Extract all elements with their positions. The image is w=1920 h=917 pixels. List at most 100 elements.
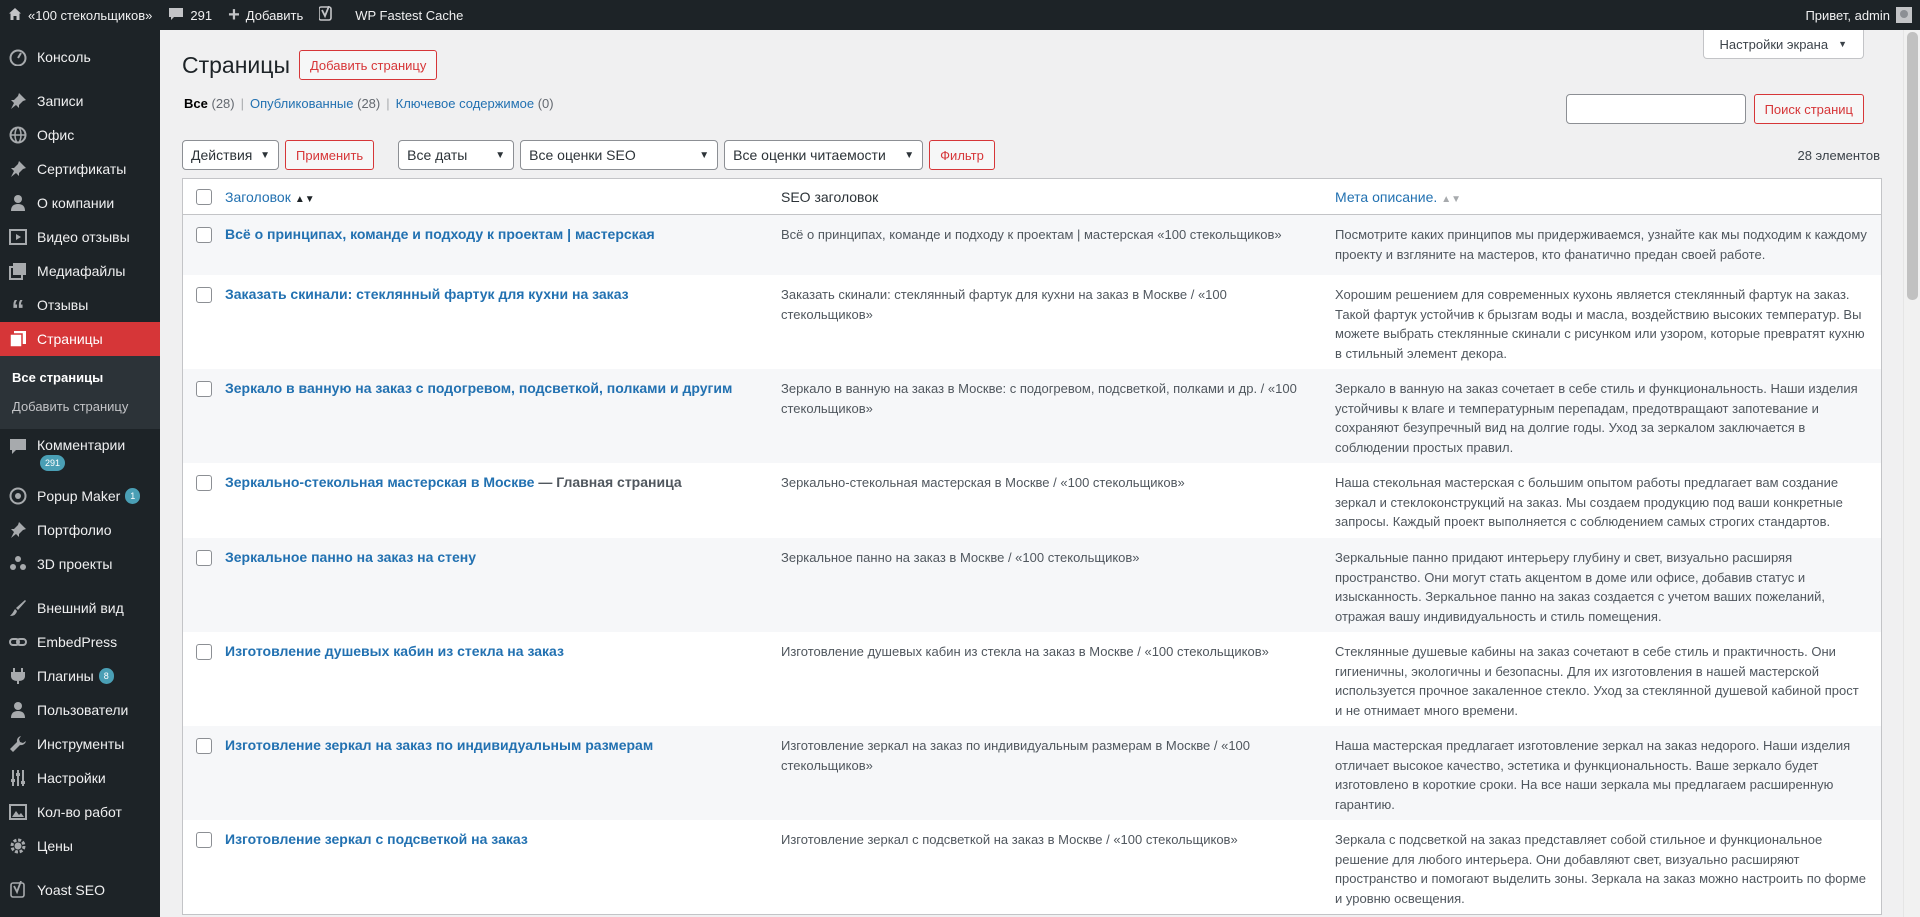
menu-dashboard[interactable]: Консоль xyxy=(0,40,160,74)
menu-office[interactable]: Офис xyxy=(0,118,160,152)
menu-about[interactable]: О компании xyxy=(0,186,160,220)
search-pages-button[interactable]: Поиск страниц xyxy=(1753,94,1864,124)
select-all-checkbox[interactable] xyxy=(196,188,212,205)
menu-prices[interactable]: Цены xyxy=(0,829,160,863)
page-scrollbar[interactable] xyxy=(1903,30,1920,917)
menu-pages[interactable]: Страницы xyxy=(0,322,160,356)
apply-button[interactable]: Применить xyxy=(285,140,375,170)
menu-popup-maker[interactable]: Popup Maker 1 xyxy=(0,479,160,513)
menu-video-reviews[interactable]: Видео отзывы xyxy=(0,220,160,254)
person-icon xyxy=(8,193,28,213)
add-page-button[interactable]: Добавить страницу xyxy=(298,50,438,80)
date-filter-select[interactable]: Все даты ▼ xyxy=(398,140,515,170)
row-checkbox[interactable] xyxy=(196,287,212,303)
yoast-icon xyxy=(8,880,28,900)
meta-description-cell: Стеклянные душевые кабины на заказ сочет… xyxy=(1335,644,1859,718)
separator: | xyxy=(240,96,244,111)
menu-testimonials[interactable]: “ Отзывы xyxy=(0,288,160,322)
submenu-all-pages[interactable]: Все страницы xyxy=(0,363,160,392)
page-title-link[interactable]: Зеркало в ванную на заказ с подогревом, … xyxy=(225,380,732,396)
menu-label: Офис xyxy=(37,127,75,143)
seo-title-cell: Зеркало в ванную на заказ в Москве: с по… xyxy=(781,381,1297,416)
row-checkbox[interactable] xyxy=(196,644,212,660)
title-cell: Изготовление душевых кабин из стекла на … xyxy=(225,642,781,662)
row-checkbox[interactable] xyxy=(196,381,212,397)
meta-description-cell: Наша стекольная мастерская с большим опы… xyxy=(1335,475,1843,529)
filter-published[interactable]: Опубликованные (28) xyxy=(250,96,380,111)
page-title-link[interactable]: Заказать скинали: стеклянный фартук для … xyxy=(225,286,629,302)
filter-cornerstone[interactable]: Ключевое содержимое (0) xyxy=(396,96,554,111)
comments-count: 291 xyxy=(190,7,213,23)
table-row: Зеркальное панно на заказ на стену Зеркал… xyxy=(183,538,1881,632)
submenu-add-page[interactable]: Добавить страницу xyxy=(0,392,160,421)
menu-3d-projects[interactable]: 3D проекты xyxy=(0,547,160,581)
menu-embedpress[interactable]: EmbedPress xyxy=(0,625,160,659)
menu-label: Видео отзывы xyxy=(37,229,130,245)
readability-filter-select[interactable]: Все оценки читаемости ▼ xyxy=(724,140,924,170)
page-title-link[interactable]: Зеркально-стекольная мастерская в Москве xyxy=(225,474,534,490)
page-title-link[interactable]: Изготовление зеркал на заказ по индивиду… xyxy=(225,737,653,753)
admin-sidebar: Консоль Записи Офис Сертификаты О компан… xyxy=(0,30,160,917)
cache-label: WP Fastest Cache xyxy=(355,7,464,23)
table-row: Всё о принципах, команде и подходу к про… xyxy=(183,215,1881,275)
menu-work-count[interactable]: Кол-во работ xyxy=(0,795,160,829)
menu-portfolio[interactable]: Портфолио xyxy=(0,513,160,547)
page-title-link[interactable]: Всё о принципах, команде и подходу к про… xyxy=(225,226,655,242)
row-checkbox[interactable] xyxy=(196,738,212,754)
cache-menu[interactable]: WP Fastest Cache xyxy=(347,0,471,30)
seo-filter-select[interactable]: Все оценки SEO ▼ xyxy=(520,140,719,170)
row-checkbox[interactable] xyxy=(196,550,212,566)
page-title-link[interactable]: Изготовление зеркал с подсветкой на зака… xyxy=(225,831,528,847)
row-checkbox[interactable] xyxy=(196,475,212,491)
menu-yoast-seo[interactable]: Yoast SEO xyxy=(0,873,160,907)
add-new-label: Добавить xyxy=(245,7,304,23)
table-row: Изготовление душевых кабин из стекла на … xyxy=(183,632,1881,726)
page-title-link[interactable]: Зеркальное панно на заказ на стену xyxy=(225,549,476,565)
menu-label: Кол-во работ xyxy=(37,804,122,820)
row-checkbox[interactable] xyxy=(196,832,212,848)
row-checkbox[interactable] xyxy=(196,227,212,243)
menu-label: Пользователи xyxy=(37,702,129,718)
menu-label: Сертификаты xyxy=(37,161,127,177)
site-menu[interactable]: «100 стекольщиков» xyxy=(0,0,160,30)
title-cell: Зеркало в ванную на заказ с подогревом, … xyxy=(225,379,781,399)
comments-menu[interactable]: 291 xyxy=(160,0,220,30)
menu-settings[interactable]: Настройки xyxy=(0,761,160,795)
menu-media[interactable]: Медиафайлы xyxy=(0,254,160,288)
menu-tools[interactable]: Инструменты xyxy=(0,727,160,761)
menu-label: Отзывы xyxy=(37,297,89,313)
pin-icon xyxy=(8,520,28,540)
comment-icon xyxy=(168,6,184,24)
menu-comments[interactable]: Комментарии 291 xyxy=(0,429,160,479)
comment-icon xyxy=(8,437,28,457)
bulk-actions-select[interactable]: Действия ▼ xyxy=(182,140,279,170)
yoast-icon xyxy=(318,5,333,25)
globe-icon xyxy=(8,125,28,145)
select-all-cell xyxy=(183,188,225,205)
seo-title-cell: Изготовление зеркал на заказ по индивиду… xyxy=(781,738,1251,773)
account-menu[interactable]: Привет, admin xyxy=(1805,7,1920,23)
meta-description-cell: Зеркало в ванную на заказ сочетает в себ… xyxy=(1335,381,1858,455)
menu-label: Страницы xyxy=(37,331,103,347)
table-row: Изготовление зеркал с подсветкой на зака… xyxy=(183,820,1881,914)
add-new-menu[interactable]: + Добавить xyxy=(220,0,311,30)
scrollbar-thumb[interactable] xyxy=(1907,32,1918,300)
menu-label: Yoast SEO xyxy=(37,882,105,898)
page-title-link[interactable]: Изготовление душевых кабин из стекла на … xyxy=(225,643,564,659)
menu-posts[interactable]: Записи xyxy=(0,84,160,118)
menu-plugins[interactable]: Плагины 8 xyxy=(0,659,160,693)
filter-button[interactable]: Фильтр xyxy=(929,140,995,170)
video-icon xyxy=(8,227,28,247)
screen-options-button[interactable]: Настройки экрана ▼ xyxy=(1702,30,1864,59)
menu-appearance[interactable]: Внешний вид xyxy=(0,591,160,625)
menu-users[interactable]: Пользователи xyxy=(0,693,160,727)
column-meta-header[interactable]: Мета описание. ▲▼ xyxy=(1335,189,1881,205)
menu-certificates[interactable]: Сертификаты xyxy=(0,152,160,186)
yoast-menu[interactable] xyxy=(311,0,347,30)
search-input[interactable] xyxy=(1565,94,1746,124)
seo-title-cell: Зеркально-стекольная мастерская в Москве… xyxy=(781,475,1185,490)
filter-all[interactable]: Все (28) xyxy=(184,96,235,111)
site-name: «100 стекольщиков» xyxy=(28,7,153,23)
avatar xyxy=(1896,7,1912,23)
column-title-header[interactable]: Заголовок ▲▼ xyxy=(225,189,781,205)
